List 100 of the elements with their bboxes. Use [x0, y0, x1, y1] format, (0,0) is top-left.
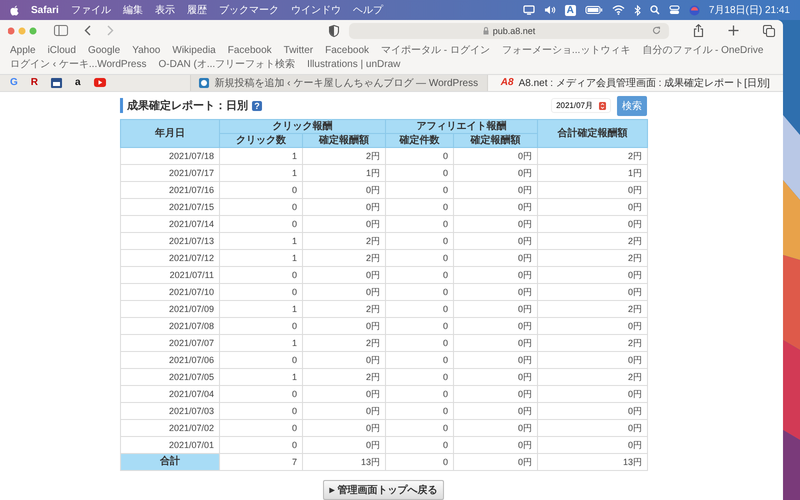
- column-group-header: アフィリエイト報酬: [386, 120, 538, 134]
- column-header: 確定報酬額: [302, 134, 386, 148]
- table-cell: 0円: [538, 198, 648, 216]
- report-title: 成果確定レポート：日別: [120, 98, 248, 113]
- back-button[interactable]: ▸ 管理画面トップへ戻る: [322, 480, 444, 500]
- table-cell: 2021/07/15: [120, 198, 220, 216]
- browser-tab[interactable]: 新規投稿を追加 ‹ ケーキ屋しんちゃんブログ — WordPress: [190, 74, 486, 91]
- speaker-icon[interactable]: [544, 5, 556, 15]
- table-cell: 2021/07/10: [120, 284, 220, 300]
- menu-item[interactable]: ウインドウ: [290, 3, 341, 17]
- bookmark-link[interactable]: iCloud: [48, 44, 76, 57]
- input-mode-indicator[interactable]: A: [564, 4, 576, 16]
- table-cell: 0円: [302, 318, 386, 334]
- table-cell: 0: [220, 402, 302, 420]
- clock-text[interactable]: 7月18日(日) 21:41: [708, 3, 790, 17]
- table-cell: 0: [386, 148, 454, 164]
- bookmark-link[interactable]: Facebook: [325, 44, 370, 57]
- pinned-tab[interactable]: R: [30, 77, 38, 88]
- table-cell: 2円: [302, 148, 386, 164]
- bookmark-link[interactable]: 自分のファイル - OneDrive: [642, 44, 764, 57]
- table-cell: 2円: [302, 250, 386, 266]
- menu-item[interactable]: 表示: [154, 3, 175, 17]
- back-icon[interactable]: [84, 25, 91, 36]
- table-cell: 0円: [454, 216, 538, 232]
- table-cell: 1円: [538, 164, 648, 182]
- table-cell: 0円: [454, 386, 538, 402]
- table-cell: 0: [386, 198, 454, 216]
- tab-overview-icon[interactable]: [763, 24, 775, 37]
- bookmark-link[interactable]: ログイン ‹ ケーキ...WordPress: [10, 58, 146, 71]
- display-icon[interactable]: [522, 5, 535, 15]
- table-cell: 0: [220, 420, 302, 436]
- table-cell: 2円: [538, 368, 648, 386]
- browser-tab[interactable]: A8 A8.net : メディア会員管理画面 : 成果確定レポート[日別]: [486, 74, 783, 91]
- control-center-icon[interactable]: [668, 5, 680, 15]
- bookmark-link[interactable]: マイポータル - ログイン: [381, 44, 490, 57]
- table-cell: 0: [386, 436, 454, 454]
- table-cell: 0: [386, 164, 454, 182]
- menu-item[interactable]: 編集: [122, 3, 143, 17]
- table-cell: 2円: [538, 334, 648, 352]
- bookmark-link[interactable]: Illustrations | unDraw: [307, 58, 400, 71]
- menu-item[interactable]: ヘルプ: [352, 3, 383, 17]
- apple-logo-icon[interactable]: [10, 4, 19, 16]
- table-cell: 1: [220, 368, 302, 386]
- pinned-tab[interactable]: [94, 78, 106, 88]
- pinned-tab[interactable]: G: [10, 77, 18, 88]
- table-cell: 2021/07/06: [120, 352, 220, 368]
- table-cell: 0円: [454, 420, 538, 436]
- search-button[interactable]: 検索: [617, 96, 647, 116]
- privacy-shield-icon[interactable]: [329, 24, 339, 37]
- new-tab-icon[interactable]: [728, 25, 739, 36]
- traffic-lights-icon[interactable]: [8, 26, 38, 35]
- table-cell: 1: [220, 334, 302, 352]
- table-cell: 2021/07/18: [120, 148, 220, 164]
- sidebar-icon[interactable]: [54, 25, 68, 36]
- menu-app-name[interactable]: Safari: [31, 4, 59, 16]
- address-bar[interactable]: pub.a8.net: [349, 22, 669, 39]
- table-cell: 2円: [302, 300, 386, 318]
- stepper-icon[interactable]: [599, 102, 606, 110]
- pinned-tab[interactable]: a: [75, 77, 81, 88]
- table-cell: 0: [386, 284, 454, 300]
- table-cell: 0: [220, 284, 302, 300]
- table-cell: 2021/07/07: [120, 334, 220, 352]
- bookmark-link[interactable]: Yahoo: [132, 44, 160, 57]
- menu-item[interactable]: 履歴: [186, 3, 207, 17]
- table-cell: 0円: [538, 216, 648, 232]
- bookmark-link[interactable]: Twitter: [284, 44, 314, 57]
- table-cell: 0円: [538, 352, 648, 368]
- wifi-icon[interactable]: [612, 5, 625, 15]
- table-cell: 0: [386, 182, 454, 198]
- bookmark-link[interactable]: Facebook: [228, 44, 272, 57]
- table-cell: 0円: [302, 352, 386, 368]
- table-cell: 2021/07/17: [120, 164, 220, 182]
- bookmark-link[interactable]: Apple: [10, 44, 36, 57]
- reload-icon[interactable]: [652, 26, 661, 35]
- bluetooth-icon[interactable]: [634, 4, 641, 16]
- table-cell: 0: [386, 454, 454, 470]
- lock-icon: [482, 26, 489, 35]
- table-cell: 0円: [454, 266, 538, 284]
- help-button[interactable]: ?: [252, 100, 262, 110]
- pinned-tab[interactable]: [51, 78, 62, 88]
- table-cell: 0円: [302, 420, 386, 436]
- table-cell: 0: [386, 300, 454, 318]
- table-cell: 0: [386, 386, 454, 402]
- battery-icon[interactable]: [584, 5, 603, 15]
- share-icon[interactable]: [693, 24, 704, 38]
- search-icon[interactable]: [650, 5, 660, 15]
- table-cell: 0円: [302, 266, 386, 284]
- menu-item[interactable]: ファイル: [70, 3, 111, 17]
- table-cell: 2021/07/16: [120, 182, 220, 198]
- table-cell: 0円: [302, 198, 386, 216]
- table-cell: 2円: [302, 334, 386, 352]
- bookmark-link[interactable]: O-DAN (オ...フリーフォト検索: [158, 58, 296, 71]
- bookmark-link[interactable]: フォーメーショ...ットウィキ: [502, 44, 630, 57]
- table-cell: 0円: [454, 284, 538, 300]
- table-cell: 0円: [454, 454, 538, 470]
- bookmark-link[interactable]: Wikipedia: [172, 44, 216, 57]
- bookmark-link[interactable]: Google: [88, 44, 120, 57]
- menu-item[interactable]: ブックマーク: [218, 3, 279, 17]
- month-select[interactable]: 2021/07月: [551, 98, 611, 113]
- table-cell: 0円: [538, 402, 648, 420]
